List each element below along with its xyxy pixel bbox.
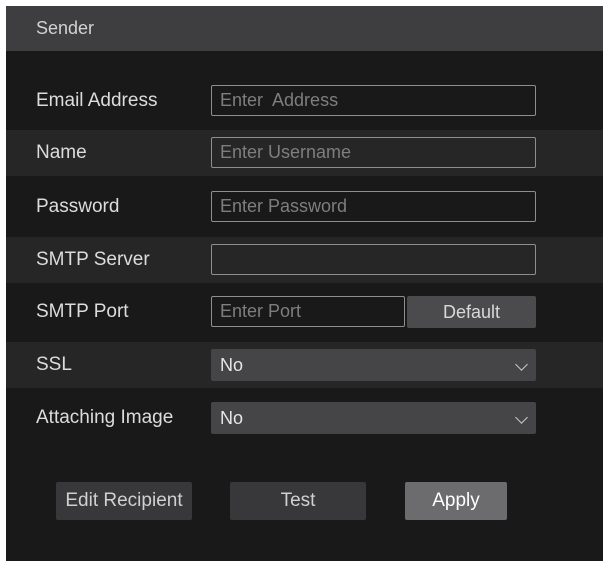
username-field[interactable] — [211, 137, 536, 168]
chevron-down-icon — [515, 358, 528, 371]
chevron-down-icon — [515, 411, 528, 424]
attach-image-select-value: No — [220, 408, 244, 428]
smtp-server-label: SMTP Server — [36, 249, 150, 270]
section-header: Sender — [6, 6, 603, 51]
ssl-select-value: No — [220, 355, 244, 375]
smtp-server-row: SMTP Server — [6, 237, 603, 283]
edit-recipient-button[interactable]: Edit Recipient — [56, 482, 192, 520]
test-button[interactable]: Test — [230, 482, 366, 520]
smtp-server-field[interactable] — [211, 244, 536, 275]
attach-image-select[interactable]: No — [211, 402, 536, 434]
ssl-row: SSL No — [6, 342, 603, 388]
smtp-port-row: SMTP Port Default — [6, 289, 603, 335]
smtp-port-label: SMTP Port — [36, 301, 129, 322]
sender-panel: Sender Email Address Name Password SMTP … — [6, 6, 603, 561]
password-label: Password — [36, 196, 120, 217]
name-label: Name — [36, 142, 87, 163]
attach-image-label: Attaching Image — [36, 407, 174, 428]
apply-button[interactable]: Apply — [405, 482, 507, 520]
email-row: Email Address — [6, 78, 603, 124]
password-field[interactable] — [211, 191, 536, 222]
smtp-port-field[interactable] — [211, 296, 405, 327]
default-port-button[interactable]: Default — [407, 296, 536, 328]
password-row: Password — [6, 184, 603, 230]
name-row: Name — [6, 130, 603, 176]
ssl-label: SSL — [36, 354, 72, 375]
email-label: Email Address — [36, 90, 158, 111]
attach-image-row: Attaching Image No — [6, 395, 603, 441]
email-field[interactable] — [211, 85, 536, 116]
ssl-select[interactable]: No — [211, 349, 536, 381]
